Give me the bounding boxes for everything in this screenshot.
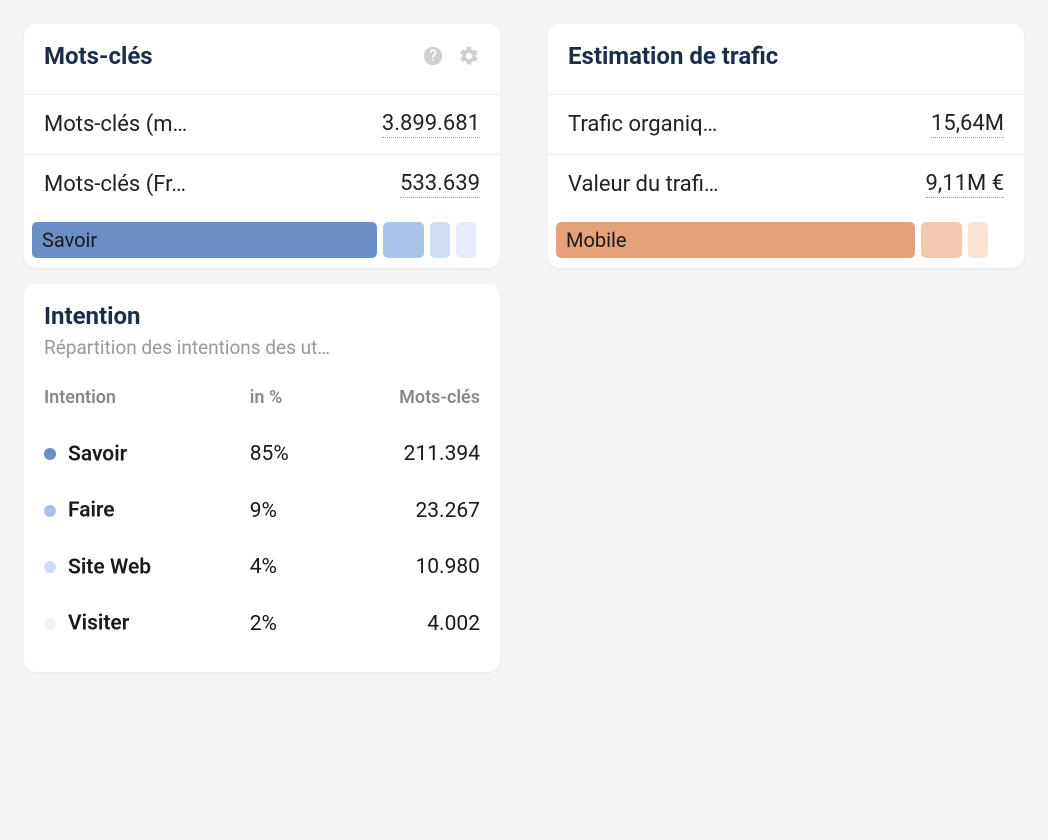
traffic-title: Estimation de trafic: [568, 42, 778, 70]
segment[interactable]: [968, 222, 988, 258]
traffic-card: Estimation de trafic Trafic organiq… 15,…: [548, 24, 1024, 268]
stat-value: 3.899.681: [382, 111, 480, 138]
stat-value: 533.639: [400, 171, 480, 198]
keywords-card: Mots-clés Mots-clés (m… 3.899.681 Mots-c…: [24, 24, 500, 268]
segment[interactable]: [430, 222, 450, 258]
stat-label: Trafic organiq…: [568, 112, 717, 137]
segment[interactable]: Mobile: [556, 222, 915, 258]
stat-label: Valeur du trafi…: [568, 172, 719, 197]
keywords-stat-row[interactable]: Mots-clés (m… 3.899.681: [24, 94, 500, 154]
intention-col-header: in %: [250, 373, 325, 426]
dot-icon: [44, 618, 56, 630]
table-row[interactable]: Faire 9%23.267: [44, 482, 480, 538]
intent-count: 23.267: [325, 482, 480, 538]
traffic-stat-row[interactable]: Trafic organiq… 15,64M: [548, 94, 1024, 154]
intent-name: Site Web: [68, 555, 151, 579]
table-row[interactable]: Visiter 2%4.002: [44, 595, 480, 651]
keywords-title: Mots-clés: [44, 42, 153, 70]
stat-value: 9,11M €: [926, 171, 1004, 198]
intention-col-header: Intention: [44, 373, 250, 426]
gear-icon[interactable]: [458, 45, 480, 67]
stat-label: Mots-clés (m…: [44, 112, 187, 137]
segment[interactable]: [921, 222, 962, 258]
dot-icon: [44, 505, 56, 517]
dot-icon: [44, 448, 56, 460]
traffic-card-header: Estimation de trafic: [548, 24, 1024, 94]
table-row[interactable]: Site Web 4%10.980: [44, 539, 480, 595]
keywords-segment-bar[interactable]: Savoir: [24, 214, 500, 268]
intention-subtitle: Répartition des intentions des ut…: [24, 336, 500, 367]
stat-label: Mots-clés (Fr…: [44, 172, 186, 197]
keywords-card-header: Mots-clés: [24, 24, 500, 94]
keywords-stat-row[interactable]: Mots-clés (Fr… 533.639: [24, 154, 500, 214]
intent-pct: 85%: [250, 426, 325, 482]
intent-count: 211.394: [325, 426, 480, 482]
stat-value: 15,64M: [931, 111, 1004, 138]
segment[interactable]: [456, 222, 476, 258]
traffic-stat-row[interactable]: Valeur du trafi… 9,11M €: [548, 154, 1024, 214]
intent-pct: 9%: [250, 482, 325, 538]
intent-count: 4.002: [325, 595, 480, 651]
segment[interactable]: Savoir: [32, 222, 377, 258]
intention-card-header: Intention: [24, 284, 500, 336]
segment[interactable]: [383, 222, 424, 258]
intent-pct: 4%: [250, 539, 325, 595]
intent-name: Savoir: [68, 442, 127, 466]
keywords-header-icons: [422, 45, 480, 67]
intent-count: 10.980: [325, 539, 480, 595]
intent-name: Visiter: [68, 612, 129, 636]
intention-tbody: Savoir 85%211.394 Faire 9%23.267 Site Web 4%1…: [44, 426, 480, 652]
help-icon[interactable]: [422, 45, 444, 67]
intention-col-header: Mots-clés: [325, 373, 480, 426]
table-row[interactable]: Savoir 85%211.394: [44, 426, 480, 482]
intent-pct: 2%: [250, 595, 325, 651]
dot-icon: [44, 561, 56, 573]
intent-name: Faire: [68, 499, 115, 523]
intention-card: Intention Répartition des intentions des…: [24, 284, 500, 672]
intention-title: Intention: [44, 302, 140, 330]
intention-table: Intention in % Mots-clés Savoir 85%211.39…: [24, 367, 500, 672]
traffic-segment-bar[interactable]: Mobile: [548, 214, 1024, 268]
